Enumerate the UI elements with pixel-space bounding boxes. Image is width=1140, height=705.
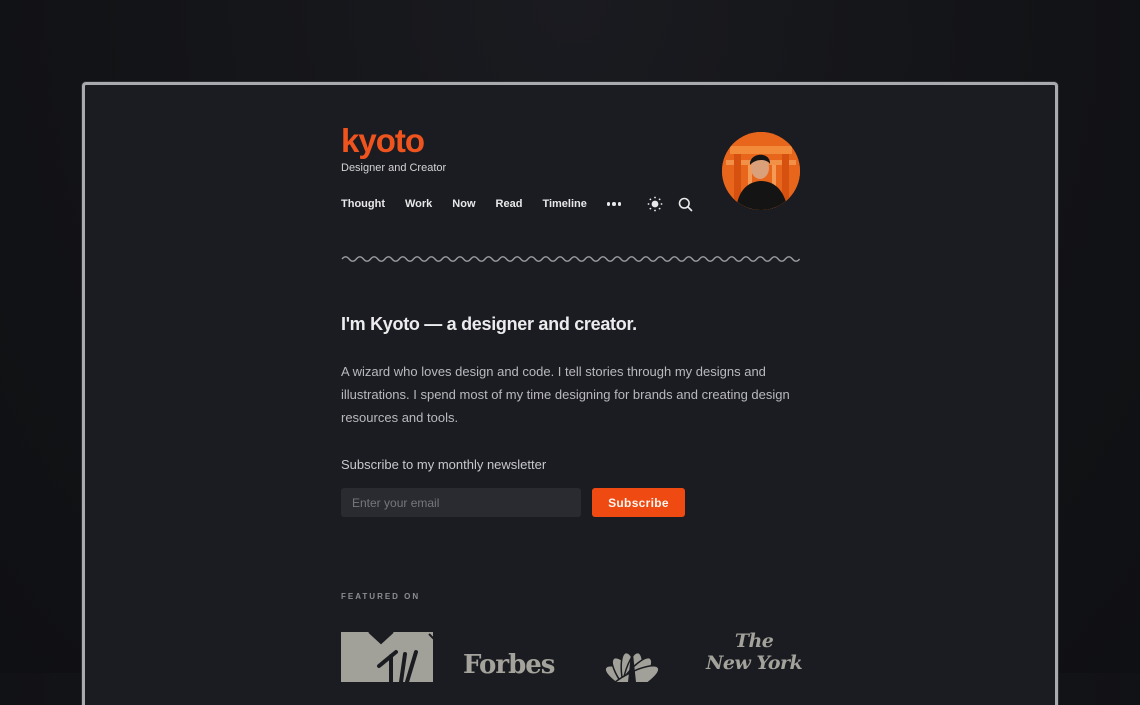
sun-icon[interactable]	[646, 195, 664, 213]
nyt-logo-line2: New York	[706, 652, 803, 674]
nav-item-work[interactable]: Work	[405, 198, 432, 210]
nav-item-thought[interactable]: Thought	[341, 198, 385, 210]
avatar	[722, 132, 800, 210]
nav-item-timeline[interactable]: Timeline	[542, 198, 586, 210]
search-icon[interactable]	[676, 195, 694, 213]
featured-on-label: FEATURED ON	[341, 592, 421, 601]
nyt-logo-line1: The	[734, 630, 774, 652]
nav-item-now[interactable]: Now	[452, 198, 475, 210]
subscribe-button[interactable]: Subscribe	[592, 488, 685, 517]
mtv-logo	[341, 632, 435, 682]
newsletter-label: Subscribe to my monthly newsletter	[341, 457, 547, 472]
intro-bio: A wizard who loves design and code. I te…	[341, 364, 790, 425]
browser-frame: kyoto Designer and Creator Thought Work …	[82, 82, 1058, 705]
main-nav: Thought Work Now Read Timeline	[341, 194, 706, 214]
wavy-divider	[341, 256, 801, 262]
nbc-peacock-logo	[604, 644, 660, 682]
site-logo[interactable]: kyoto	[341, 121, 425, 161]
nyt-logo: The New York	[706, 630, 803, 674]
forbes-logo: Forbes	[463, 650, 555, 680]
site-tagline: Designer and Creator	[341, 162, 447, 174]
intro-headline: I'm Kyoto — a designer and creator.	[341, 314, 637, 334]
ellipsis-icon[interactable]	[606, 202, 622, 206]
email-input[interactable]	[341, 488, 581, 517]
featured-logos: Forbes The New York	[341, 630, 811, 682]
avatar-photo	[722, 132, 800, 210]
nav-item-read[interactable]: Read	[496, 198, 523, 210]
page-content: kyoto Designer and Creator Thought Work …	[85, 85, 1055, 705]
